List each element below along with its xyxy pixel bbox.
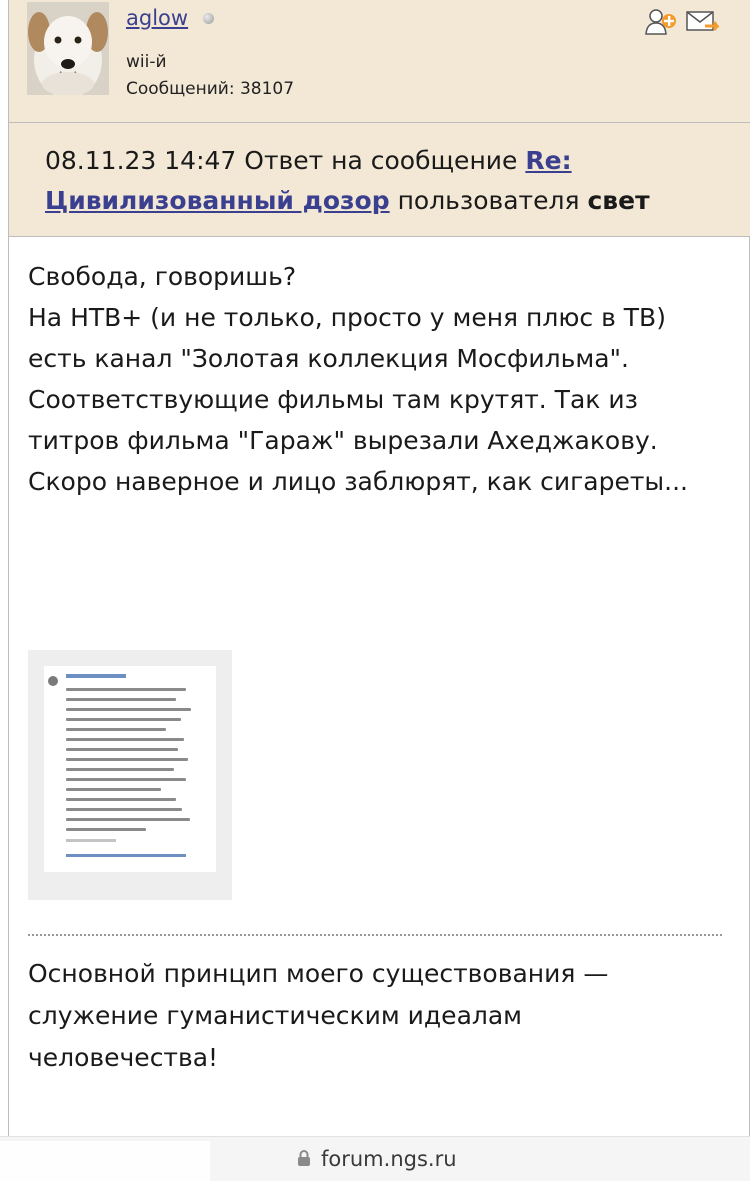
thumbnail-text-line: [66, 768, 174, 771]
avatar[interactable]: [27, 2, 109, 95]
reply-header: 08.11.23 14:47 Ответ на сообщение Re: Ци…: [9, 123, 750, 237]
thumbnail-text-line: [66, 708, 191, 711]
thumbnail-text-line: [66, 778, 186, 781]
post-count-label: Сообщений:: [126, 79, 235, 99]
signature-separator: [28, 934, 722, 936]
thumbnail-text-line: [66, 748, 178, 751]
thumbnail-text-line: [66, 758, 188, 761]
thumbnail-meta-line: [66, 839, 116, 842]
lock-icon: [297, 1149, 311, 1167]
username-link[interactable]: aglow: [126, 6, 188, 30]
url-text[interactable]: forum.ngs.ru: [321, 1147, 457, 1171]
add-friend-icon[interactable]: [644, 8, 678, 36]
thumbnail-text-line: [66, 808, 182, 811]
thumbnail-link-line: [66, 854, 186, 857]
dog-avatar-image: [27, 2, 109, 95]
post-line: На НТВ+ (и не только, просто у меня плюс…: [28, 303, 666, 373]
user-header: aglow wii-й Сообщений: 38107: [9, 0, 750, 123]
post-count: Сообщений: 38107: [126, 79, 294, 99]
thumbnail-text-line: [66, 688, 186, 691]
thumbnail-text-line: [66, 818, 190, 821]
post-line: Свобода, говоришь?: [28, 262, 297, 291]
thumbnail-text-line: [66, 698, 176, 701]
thumbnail-text-line: [66, 798, 176, 801]
post-body: Свобода, говоришь? На НТВ+ (и не только,…: [28, 256, 718, 502]
post-count-value: 38107: [239, 79, 295, 99]
user-signature: Основной принцип моего существования — с…: [28, 959, 609, 1072]
blurred-region: [0, 1141, 210, 1181]
attached-screenshot-thumbnail: [44, 666, 216, 872]
reply-middle: пользователя: [397, 186, 580, 215]
thumbnail-author-line: [66, 674, 126, 678]
offline-status-icon: [203, 13, 214, 24]
reply-prefix: Ответ на сообщение: [244, 146, 518, 175]
thumbnail-text-line: [66, 718, 181, 721]
post-datetime: 08.11.23 14:47: [45, 146, 237, 175]
attached-image[interactable]: [28, 650, 232, 900]
thumbnail-text-line: [66, 788, 161, 791]
send-mail-icon[interactable]: [685, 8, 720, 36]
thumbnail-text-line: [66, 728, 166, 731]
thumbnail-text-line: [66, 738, 184, 741]
reply-author: свет: [587, 186, 650, 215]
post-line: Соответствующие фильмы там крутят. Так и…: [28, 385, 688, 496]
user-title: wii-й: [126, 52, 167, 72]
browser-address-bar[interactable]: forum.ngs.ru: [0, 1136, 750, 1181]
thumbnail-avatar-icon: [48, 676, 58, 686]
thumbnail-text-line: [66, 828, 146, 831]
reply-info: 08.11.23 14:47 Ответ на сообщение Re: Ци…: [45, 141, 725, 221]
